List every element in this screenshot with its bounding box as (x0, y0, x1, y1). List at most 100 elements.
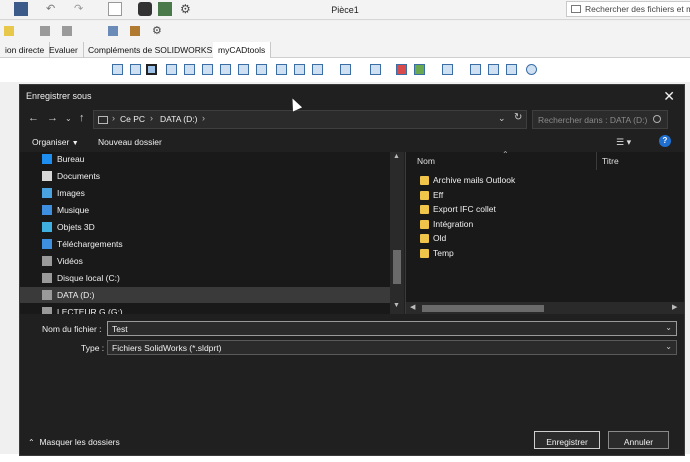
breadcrumb-separator-icon: › (202, 113, 205, 123)
file-name: Export IFC collet (433, 204, 496, 215)
scene-icon[interactable] (414, 64, 425, 75)
objects3d-icon (42, 222, 52, 232)
view-mode-icon[interactable]: ☰ ▾ (616, 137, 631, 148)
images-icon (42, 188, 52, 198)
cancel-button[interactable]: Annuler (608, 431, 669, 449)
scrollbar-thumb[interactable] (393, 250, 401, 284)
recent-chevron-down-icon[interactable]: ⌄ (65, 114, 72, 123)
scroll-up-arrow-icon[interactable]: ▲ (393, 153, 400, 160)
breadcrumb-ce-pc[interactable]: Ce PC (120, 114, 145, 124)
folder-search-icon (571, 5, 581, 13)
forward-arrow-icon[interactable]: → (47, 112, 58, 124)
nav-item[interactable]: Images (20, 185, 390, 201)
options-gear-icon[interactable]: ⚙ (152, 24, 162, 37)
filename-input[interactable]: Test ⌄ (107, 321, 677, 336)
isometric-view-icon[interactable] (256, 64, 267, 75)
nav-item[interactable]: DATA (D:) (20, 287, 390, 303)
nav-item[interactable]: Bureau (20, 152, 390, 167)
solidworks-title-bar: ↶ ↷ ⚙ Pièce1 Rechercher des fichiers et … (0, 0, 690, 20)
address-bar[interactable]: › Ce PC › DATA (D:) › ⌄ ↻ (93, 110, 527, 129)
folder-icon (420, 205, 429, 215)
zoom-fit-icon[interactable] (276, 64, 287, 75)
document-icon[interactable] (108, 26, 118, 36)
bottom-view-icon[interactable] (238, 64, 249, 75)
videos-icon (42, 256, 52, 266)
folder-search-input[interactable]: Rechercher dans : DATA (D:) (532, 110, 668, 129)
scroll-down-arrow-icon[interactable]: ▼ (393, 302, 400, 309)
solidworks-secondary-toolbar: ⚙ (0, 21, 690, 42)
chevron-down-icon[interactable]: ⌄ (665, 342, 672, 351)
dialog-footer: ⌃ Masquer les dossiers Enregistrer Annul… (20, 417, 684, 455)
organize-button[interactable]: Organiser ▼ (32, 137, 79, 147)
nav-item-label: Téléchargements (57, 239, 123, 249)
zoom-area-icon[interactable] (294, 64, 305, 75)
nav-item-label: DATA (D:) (57, 290, 95, 300)
chevron-down-icon[interactable]: ⌄ (665, 323, 672, 332)
nav-item[interactable]: Disque local (C:) (20, 270, 390, 286)
save-button[interactable]: Enregistrer (534, 431, 600, 449)
breadcrumb-data-drive[interactable]: DATA (D:) (160, 114, 197, 124)
desktop-icon (42, 154, 52, 164)
nav-item[interactable]: LECTEUR G (G:) (20, 304, 390, 314)
back-arrow-icon[interactable]: ← (28, 112, 39, 124)
appearance-icon[interactable] (396, 64, 407, 75)
filename-label: Nom du fichier : (42, 324, 102, 334)
tab-mycadtools[interactable]: myCADtools (213, 42, 272, 58)
nav-item[interactable]: Documents (20, 168, 390, 184)
folder-icon (420, 176, 429, 185)
chevron-up-icon: ⌃ (28, 438, 35, 447)
column-header-title[interactable]: Titre (602, 156, 619, 166)
hide-folders-button[interactable]: ⌃ Masquer les dossiers (28, 437, 120, 447)
view-orientation-icon[interactable] (112, 64, 123, 75)
nav-item[interactable]: Téléchargements (20, 236, 390, 252)
front-view-icon[interactable] (146, 64, 157, 75)
measure-icon[interactable] (488, 64, 499, 75)
scroll-right-arrow-icon[interactable]: ▶ (672, 303, 677, 311)
nav-item-label: Bureau (57, 154, 85, 164)
address-chevron-down-icon[interactable]: ⌄ (498, 113, 506, 124)
folder-icon (420, 234, 429, 244)
tab-complements[interactable]: Compléments de SOLIDWORKS (83, 42, 219, 58)
section-view-icon[interactable] (130, 64, 141, 75)
table-icon[interactable] (40, 26, 50, 36)
file-list-horizontal-scrollbar[interactable]: ◀ ▶ (406, 302, 684, 314)
refresh-icon[interactable]: ↻ (514, 112, 522, 123)
tab-evaluer[interactable]: Evaluer (44, 42, 84, 58)
left-view-icon[interactable] (184, 64, 195, 75)
hide-show-icon[interactable] (370, 64, 381, 75)
scrollbar-thumb[interactable] (422, 305, 544, 312)
right-view-icon[interactable] (202, 64, 213, 75)
tools-icon[interactable] (506, 64, 517, 75)
bulb-icon[interactable] (4, 26, 14, 36)
pencil-icon[interactable] (130, 26, 140, 36)
navigation-pane-scrollbar[interactable]: ▲ ▼ (390, 152, 404, 314)
layout-icon[interactable] (62, 26, 72, 36)
navigation-pane: Bureau Documents Images Musique Objets 3D Tél… (20, 152, 404, 314)
back-view-icon[interactable] (166, 64, 177, 75)
nav-item[interactable]: Objets 3D (20, 219, 390, 235)
type-select[interactable]: Fichiers SolidWorks (*.sldprt) ⌄ (107, 340, 677, 355)
globe-icon[interactable] (526, 64, 537, 75)
nav-item[interactable]: Vidéos (20, 253, 390, 269)
new-folder-button[interactable]: Nouveau dossier (98, 137, 162, 147)
previous-view-icon[interactable] (312, 64, 323, 75)
column-header-name[interactable]: Nom (417, 156, 435, 166)
pc-icon (98, 116, 108, 124)
download-icon (42, 239, 52, 249)
top-view-icon[interactable] (220, 64, 231, 75)
scroll-left-arrow-icon[interactable]: ◀ (410, 303, 415, 311)
help-icon[interactable]: ? (659, 135, 671, 147)
cube-icon[interactable] (470, 64, 481, 75)
monitor-icon[interactable] (442, 64, 453, 75)
file-name: Intégration (433, 218, 474, 229)
solidworks-search-input[interactable]: Rechercher des fichiers et mo (566, 1, 690, 17)
folder-icon (420, 219, 429, 229)
up-arrow-icon[interactable]: ↑ (79, 112, 85, 124)
display-style-icon[interactable] (340, 64, 351, 75)
nav-item-label: Objets 3D (57, 222, 95, 232)
type-label: Type : (81, 343, 105, 353)
close-icon[interactable]: ✕ (663, 88, 675, 105)
column-separator[interactable] (596, 152, 597, 170)
tab-edition-directe[interactable]: ion directe (0, 42, 51, 58)
nav-item[interactable]: Musique (20, 202, 390, 218)
